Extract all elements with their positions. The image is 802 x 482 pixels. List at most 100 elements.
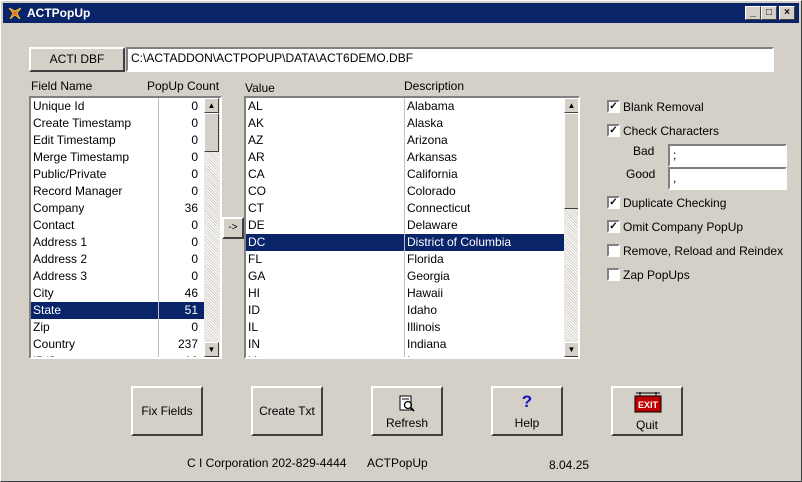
close-button[interactable]: × — [779, 6, 795, 20]
fix-fields-button[interactable]: Fix Fields — [131, 386, 203, 436]
value-code: HI — [248, 286, 260, 300]
value-description: Indiana — [407, 337, 447, 351]
value-description: Hawaii — [407, 286, 444, 300]
value-row[interactable]: IAIowa — [246, 353, 564, 357]
field-list[interactable]: Unique Id 0 Create Timestamp 0 Edit Timestam… — [29, 96, 222, 359]
help-button[interactable]: ? Help — [491, 386, 563, 436]
value-code: AR — [248, 150, 265, 164]
value-code: AK — [248, 116, 265, 130]
popup-count: 0 — [191, 99, 198, 113]
field-list-scrollbar[interactable]: ▲ ▼ — [204, 98, 220, 357]
title-bar[interactable]: ACTPopUp _ □ × — [3, 3, 799, 23]
remove-reload-checkbox[interactable] — [607, 244, 620, 257]
dbf-path-text: C:\ACTADDON\ACTPOPUP\DATA\ACT6DEMO.DBF — [131, 51, 414, 65]
good-characters-input[interactable]: , — [668, 167, 787, 190]
value-row[interactable]: AR Arkansas — [246, 149, 564, 166]
scroll-down-icon[interactable]: ▼ — [204, 342, 219, 357]
value-list[interactable]: AL Alabama AK Alaska AZ Arizona AR Arkansas CA Ca… — [244, 96, 580, 359]
remove-reload-label: Remove, Reload and Reindex — [623, 244, 784, 258]
value-row[interactable]: CT Connecticut — [246, 200, 564, 217]
value-description: Arizona — [407, 133, 448, 147]
zap-popups-checkbox[interactable] — [607, 268, 620, 281]
blank-removal-checkbox[interactable]: ✓ — [607, 100, 620, 113]
field-row[interactable]: Create Timestamp 0 — [31, 115, 204, 132]
field-row[interactable]: City 46 — [31, 285, 204, 302]
checkmark-icon: ✓ — [609, 101, 618, 112]
value-code: CT — [248, 201, 264, 215]
scroll-up-icon[interactable]: ▲ — [204, 98, 219, 113]
field-row[interactable]: Record Manager 0 — [31, 183, 204, 200]
value-list-scrollbar[interactable]: ▲ ▼ — [564, 98, 578, 357]
value-code: IL — [248, 320, 259, 334]
blank-removal-label: Blank Removal — [623, 100, 704, 114]
omit-company-label: Omit Company PopUp — [623, 220, 744, 234]
field-row[interactable]: Address 2 0 — [31, 251, 204, 268]
bad-characters-value: ; — [673, 148, 677, 162]
field-name: Address 1 — [33, 235, 88, 249]
checkmark-icon: ✓ — [609, 221, 618, 232]
value-description: District of Columbia — [407, 235, 512, 249]
field-name: Country — [33, 337, 76, 351]
value-row[interactable]: IN Indiana — [246, 336, 564, 353]
scroll-thumb[interactable] — [204, 113, 219, 152]
omit-company-checkbox[interactable]: ✓ — [607, 220, 620, 233]
transfer-arrow-button[interactable]: -> — [222, 217, 244, 239]
value-description: Illinois — [407, 320, 441, 334]
create-txt-button[interactable]: Create Txt — [251, 386, 323, 436]
field-name: City — [33, 286, 54, 300]
quit-label: Quit — [635, 418, 658, 432]
value-row[interactable]: IL Illinois — [246, 319, 564, 336]
field-row[interactable]: Company 36 — [31, 200, 204, 217]
field-row[interactable]: Unique Id 0 — [31, 98, 204, 115]
popup-count: 0 — [191, 320, 198, 334]
field-list-divider — [158, 98, 159, 357]
checkmark-icon: ✓ — [609, 125, 618, 136]
value-row[interactable]: CO Colorado — [246, 183, 564, 200]
quit-button[interactable]: EXIT Quit — [611, 386, 683, 436]
value-code: AZ — [248, 133, 264, 147]
value-description: Connecticut — [407, 201, 471, 215]
field-row[interactable]: Zip 0 — [31, 319, 204, 336]
popup-count: 0 — [191, 218, 198, 232]
field-row[interactable]: Merge Timestamp 0 — [31, 149, 204, 166]
field-row[interactable]: Edit Timestamp 0 — [31, 132, 204, 149]
value-row[interactable]: AZ Arizona — [246, 132, 564, 149]
field-row[interactable]: Public/Private 0 — [31, 166, 204, 183]
company-info: C I Corporation 202-829-4444 — [187, 456, 347, 470]
check-characters-checkbox[interactable]: ✓ — [607, 124, 620, 137]
field-row[interactable]: Address 1 0 — [31, 234, 204, 251]
value-row[interactable]: DE Delaware — [246, 217, 564, 234]
field-row[interactable]: Country 237 — [31, 336, 204, 353]
value-row[interactable]: AK Alaska — [246, 115, 564, 132]
value-description: Delaware — [407, 218, 458, 232]
minimize-button[interactable]: _ — [745, 6, 761, 20]
field-row[interactable]: Contact 0 — [31, 217, 204, 234]
value-row[interactable]: CA California — [246, 166, 564, 183]
field-row[interactable]: State 51 — [31, 302, 204, 319]
bad-characters-input[interactable]: ; — [668, 144, 787, 167]
close-icon: × — [784, 7, 790, 18]
acti-dbf-button[interactable]: ACTI DBF — [29, 47, 125, 72]
value-row[interactable]: FL Florida — [246, 251, 564, 268]
maximize-button[interactable]: □ — [761, 6, 777, 20]
scroll-up-icon[interactable]: ▲ — [564, 98, 578, 113]
refresh-button[interactable]: Refresh — [371, 386, 443, 436]
field-row[interactable]: Address 3 0 — [31, 268, 204, 285]
help-icon: ? — [521, 392, 533, 411]
check-characters-label: Check Characters — [623, 124, 720, 138]
refresh-label: Refresh — [385, 416, 429, 430]
scroll-thumb[interactable] — [564, 113, 578, 209]
version-text: 8.04.25 — [549, 458, 590, 472]
value-row[interactable]: AL Alabama — [246, 98, 564, 115]
value-description: Colorado — [407, 184, 456, 198]
value-row[interactable]: GA Georgia — [246, 268, 564, 285]
value-header: Value — [245, 81, 275, 95]
field-row[interactable]: ID/Status12 — [31, 353, 204, 357]
duplicate-checking-checkbox[interactable]: ✓ — [607, 196, 620, 209]
dbf-path-field[interactable]: C:\ACTADDON\ACTPOPUP\DATA\ACT6DEMO.DBF — [126, 47, 774, 72]
value-row[interactable]: HI Hawaii — [246, 285, 564, 302]
value-row[interactable]: DC District of Columbia — [246, 234, 564, 251]
value-row[interactable]: ID Idaho — [246, 302, 564, 319]
scroll-down-icon[interactable]: ▼ — [564, 342, 578, 357]
popup-count: 237 — [177, 337, 198, 351]
